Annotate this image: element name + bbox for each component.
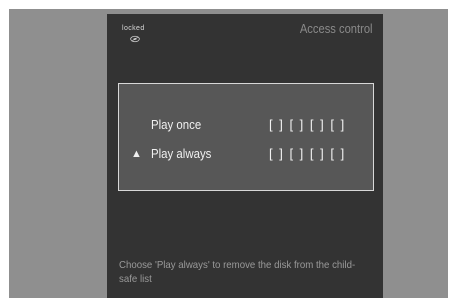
option-label: Play once (151, 117, 202, 132)
help-text: Choose 'Play always' to remove the disk … (119, 259, 356, 285)
option-play-once[interactable]: Play once [ ] [ ] [ ] [ ] (119, 116, 373, 136)
screen-title: Access control (300, 21, 373, 36)
code-slots[interactable]: [ ] [ ] [ ] [ ] (269, 117, 345, 132)
code-slots[interactable]: [ ] [ ] [ ] [ ] (269, 146, 345, 161)
option-label: Play always (151, 146, 212, 161)
screenshot-page: locked Access control Play once [ ] [ ] … (0, 0, 457, 298)
locked-label: locked (122, 25, 145, 32)
options-box: Play once [ ] [ ] [ ] [ ] ▲ Play always … (118, 83, 374, 191)
option-play-always[interactable]: ▲ Play always [ ] [ ] [ ] [ ] (119, 145, 373, 165)
disc-icon (130, 35, 140, 43)
locked-indicator: locked (122, 25, 152, 47)
access-control-screen: locked Access control Play once [ ] [ ] … (107, 14, 383, 298)
up-triangle-icon: ▲ (131, 148, 142, 160)
